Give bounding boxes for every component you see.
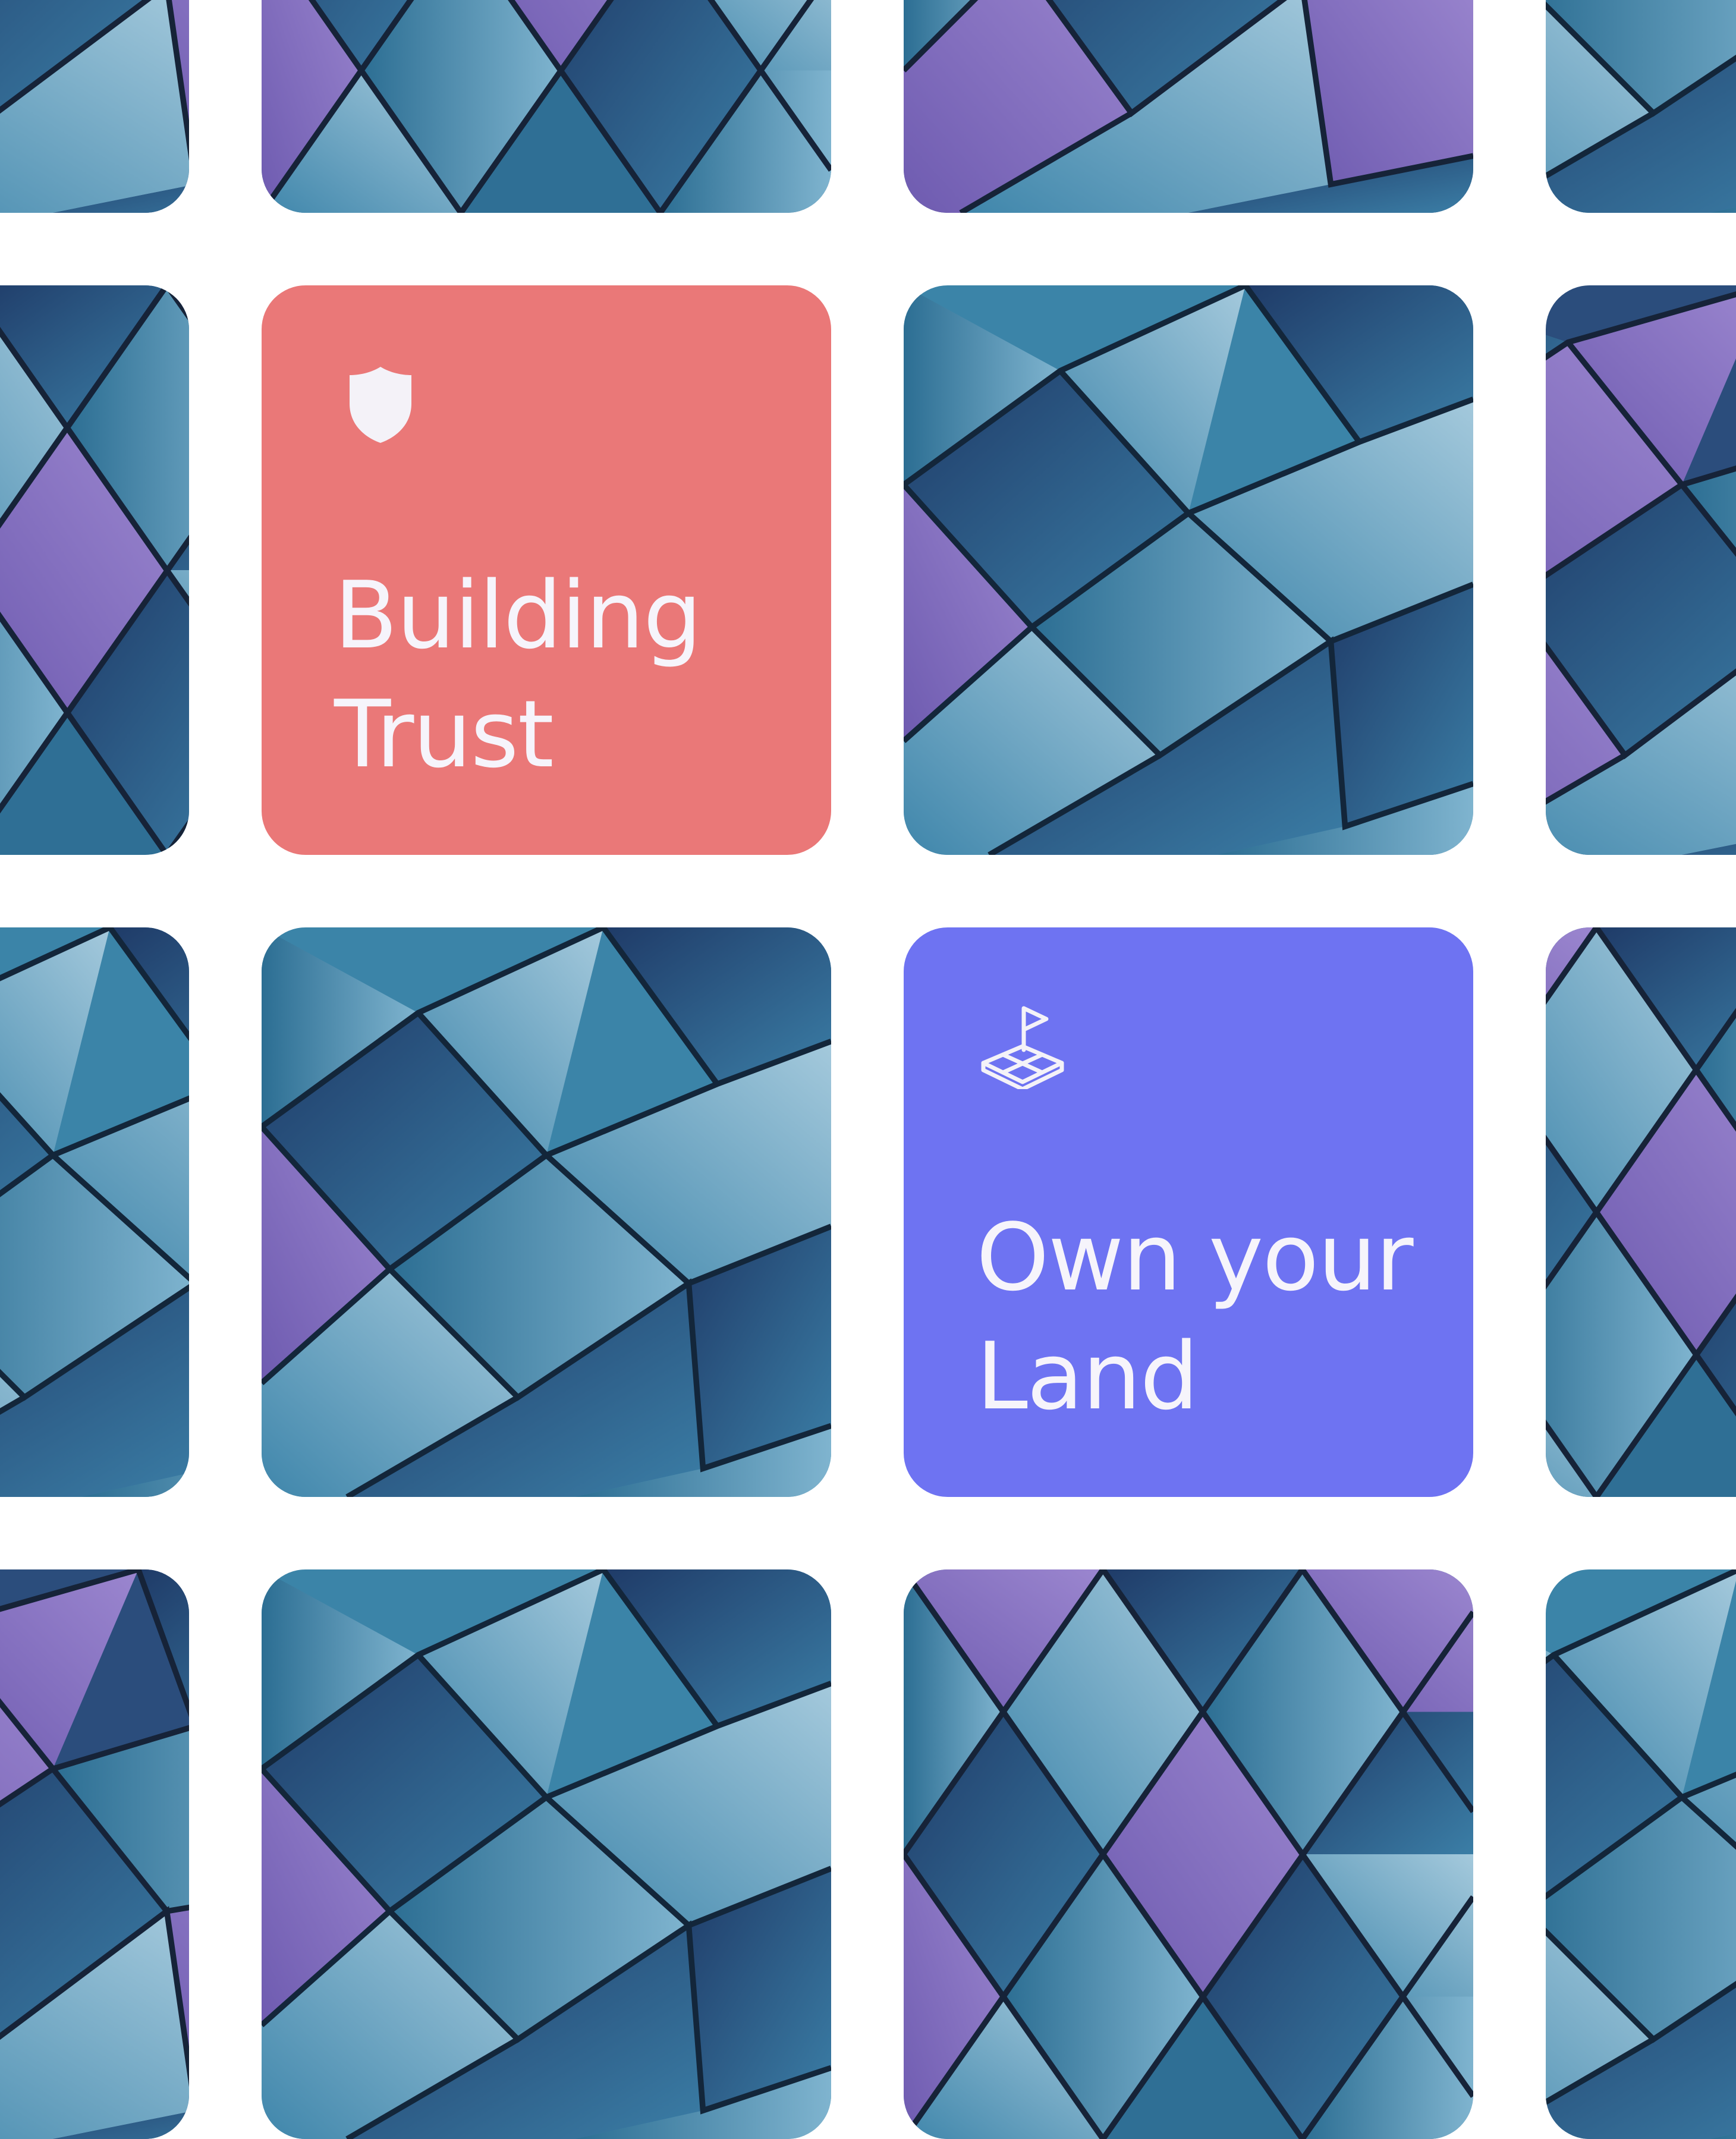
geometric-pattern (1546, 0, 1736, 213)
card-title-line1: Own your (976, 1203, 1414, 1311)
image-tile (0, 927, 189, 1497)
building-trust-card[interactable]: Building Trust (262, 285, 831, 855)
geometric-pattern (262, 0, 831, 213)
card-title: Own your Land (976, 1198, 1414, 1436)
geometric-pattern (904, 0, 1473, 213)
card-title-line2: Trust (334, 680, 554, 788)
image-tile (904, 1569, 1473, 2139)
geometric-pattern (0, 0, 189, 213)
image-tile (0, 1569, 189, 2139)
own-your-land-card[interactable]: Own your Land (904, 927, 1473, 1497)
image-tile (262, 0, 831, 213)
image-tile (262, 927, 831, 1497)
card-title-line2: Land (976, 1322, 1199, 1430)
image-tile (1546, 0, 1736, 213)
image-tile (1546, 1569, 1736, 2139)
card-title: Building Trust (334, 556, 702, 794)
image-tile (1546, 927, 1736, 1497)
image-tile (0, 0, 189, 213)
geometric-pattern (1546, 927, 1736, 1497)
image-tile (262, 1569, 831, 2139)
geometric-pattern (0, 927, 189, 1497)
geometric-pattern (0, 1569, 189, 2139)
geometric-pattern (904, 285, 1473, 855)
geometric-pattern (0, 285, 189, 855)
image-tile (0, 285, 189, 855)
image-tile (904, 285, 1473, 855)
card-title-line1: Building (334, 561, 702, 669)
image-tile (904, 0, 1473, 213)
geometric-pattern (1546, 1569, 1736, 2139)
land-flag-icon (981, 1006, 1064, 1089)
geometric-pattern (904, 1569, 1473, 2139)
image-tile (1546, 285, 1736, 855)
geometric-pattern (1546, 285, 1736, 855)
geometric-pattern (262, 1569, 831, 2139)
geometric-pattern (262, 927, 831, 1497)
shield-icon (350, 367, 411, 443)
